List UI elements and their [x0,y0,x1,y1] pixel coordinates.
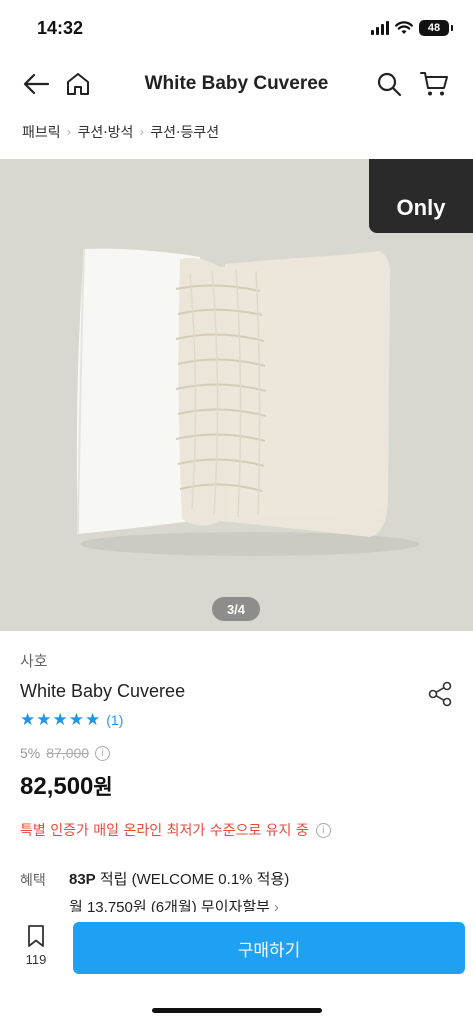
top-nav: White Baby Cuveree [0,60,473,108]
buy-button[interactable]: 구매하기 [73,922,465,974]
search-icon [377,72,402,97]
bookmark-icon [28,925,44,947]
price-value: 82,500 [20,773,94,800]
points-description: 적립 (WELCOME 0.1% 적용) [95,871,290,888]
breadcrumb-item[interactable]: 패브릭 [22,122,61,142]
discount-row: 5% 87,000 i [20,745,111,761]
home-indicator [152,1008,322,1013]
star-rating: ★ ★ ★ ★ ★ [20,711,100,729]
star-icon: ★ [36,710,52,730]
breadcrumb: 패브릭 › 쿠션·방석 › 쿠션·등쿠션 [22,122,219,142]
status-indicators: 48 [371,20,453,36]
benefit-label: 혜택 [20,873,46,889]
star-icon: ★ [20,710,36,730]
status-bar: 14:32 48 [0,0,473,58]
points-value: 83P [69,871,96,888]
only-badge: Only [369,159,473,233]
star-icon: ★ [85,710,101,730]
star-icon: ★ [68,710,84,730]
product-image-carousel[interactable]: Only 3/4 [0,159,473,631]
chevron-right-icon: › [66,125,72,139]
cart-button[interactable] [418,68,450,100]
sale-price: 82,500원 [20,771,113,801]
cart-icon [420,72,448,96]
info-icon[interactable]: i [315,822,331,838]
share-button[interactable] [424,678,456,710]
battery-icon: 48 [419,20,453,36]
image-page-indicator: 3/4 [212,597,260,621]
bookmark-count: 119 [25,952,47,967]
search-button[interactable] [373,68,405,100]
product-name: White Baby Cuveree [20,681,186,701]
rating[interactable]: ★ ★ ★ ★ ★ (1) [20,711,123,729]
chevron-right-icon: › [139,125,145,139]
signal-icon [371,21,389,35]
price-unit: 원 [93,776,113,799]
star-icon: ★ [52,710,68,730]
review-count[interactable]: (1) [106,712,123,728]
brand-name[interactable]: 사호 [20,650,48,671]
share-icon [428,681,452,707]
bookmark-button[interactable]: 119 [16,924,56,967]
wifi-icon [395,21,413,34]
discount-rate: 5% [20,745,41,761]
bottom-action-bar: 119 구매하기 [0,912,473,1024]
info-icon[interactable]: i [95,745,111,761]
breadcrumb-item[interactable]: 쿠션·방석 [77,122,133,142]
status-time: 14:32 [37,18,84,38]
price-notice-text: 특별 인증가 매일 온라인 최저가 수준으로 유지 중 [20,823,309,839]
breadcrumb-item[interactable]: 쿠션·등쿠션 [150,122,219,142]
price-notice: 특별 인증가 매일 온라인 최저가 수준으로 유지 중 i [20,820,331,840]
points-benefit: 83P 적립 (WELCOME 0.1% 적용) [69,868,289,889]
original-price: 87,000 [46,745,90,761]
